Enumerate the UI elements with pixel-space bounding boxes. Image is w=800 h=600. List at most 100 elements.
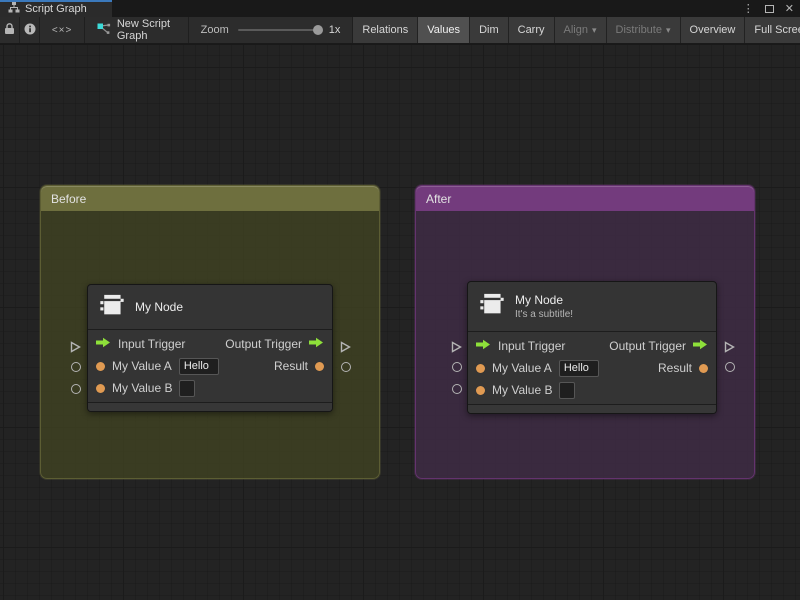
- port-row-value-b: My Value B: [88, 377, 332, 399]
- chevron-down-icon: ▾: [591, 24, 597, 35]
- graph-hierarchy-icon: [8, 1, 20, 16]
- value-b-label: My Value B: [112, 381, 173, 395]
- input-trigger-port-icon[interactable]: [476, 337, 491, 355]
- relations-label: Relations: [362, 24, 409, 36]
- dim-label: Dim: [479, 24, 499, 36]
- port-row-value-a: My Value A Result: [88, 355, 332, 377]
- distribute-label: Distribute: [615, 24, 662, 36]
- graph-edge-icon: [97, 23, 111, 38]
- values-button[interactable]: Values: [418, 17, 471, 43]
- graph-breadcrumb[interactable]: New Script Graph: [85, 17, 189, 43]
- zoom-value: 1x: [328, 24, 341, 36]
- value-b-input[interactable]: [179, 379, 196, 397]
- full-screen-label: Full Screen: [754, 24, 800, 36]
- node-title: My Node: [515, 293, 564, 307]
- value-b-label: My Value B: [492, 383, 553, 397]
- graph-canvas[interactable]: Before After My Node Input Trigger Outpu…: [0, 45, 800, 600]
- window-menu-button[interactable]: ⋮: [743, 2, 754, 15]
- external-value-port-icon[interactable]: [71, 384, 81, 394]
- node-ports: Input Trigger Output Trigger My Value A: [468, 332, 716, 404]
- external-value-port-icon[interactable]: [452, 384, 462, 394]
- unit-icon: [98, 291, 126, 324]
- relations-button[interactable]: Relations: [353, 17, 419, 43]
- lock-icon: [4, 22, 15, 38]
- code-preview-button[interactable]: <×>: [40, 17, 85, 43]
- input-trigger-port-icon[interactable]: [96, 335, 111, 353]
- code-icon: <×>: [51, 24, 73, 36]
- input-trigger-label: Input Trigger: [118, 337, 186, 351]
- zoom-slider[interactable]: [237, 25, 323, 35]
- external-value-port-icon[interactable]: [452, 362, 462, 372]
- value-a-label: My Value A: [112, 359, 172, 373]
- result-label: Result: [657, 361, 692, 375]
- info-icon: [24, 23, 36, 38]
- window-close-button[interactable]: ✕: [785, 2, 794, 15]
- node-footer: [88, 402, 332, 411]
- node-subtitle: It's a subtitle!: [515, 309, 574, 320]
- chevron-down-icon: ▾: [665, 24, 671, 35]
- result-label: Result: [273, 359, 308, 373]
- zoom-label: Zoom: [200, 24, 229, 36]
- value-a-port-icon[interactable]: [476, 363, 485, 373]
- unit-icon: [478, 290, 506, 323]
- group-after-label: After: [426, 191, 452, 206]
- lock-button[interactable]: [0, 17, 21, 43]
- external-trigger-port-icon[interactable]: [724, 340, 735, 358]
- group-after-header[interactable]: After: [416, 186, 754, 211]
- overview-button[interactable]: Overview: [680, 17, 746, 43]
- graph-name-label: New Script Graph: [116, 18, 171, 42]
- output-trigger-port-icon[interactable]: [309, 335, 324, 353]
- group-before-header[interactable]: Before: [41, 186, 379, 211]
- value-b-port-icon[interactable]: [96, 383, 105, 393]
- zoom-slider-knob[interactable]: [312, 25, 323, 35]
- port-row-triggers: Input Trigger Output Trigger: [88, 333, 332, 355]
- external-value-port-icon[interactable]: [71, 362, 81, 372]
- external-trigger-port-icon[interactable]: [451, 340, 462, 358]
- value-b-port-icon[interactable]: [476, 385, 485, 395]
- zoom-control: Zoom 1x: [189, 17, 354, 43]
- output-trigger-port-icon[interactable]: [693, 337, 708, 355]
- node-header[interactable]: My Node It's a subtitle!: [468, 282, 716, 332]
- distribute-dropdown: Distribute ▾: [606, 17, 681, 43]
- node-ports: Input Trigger Output Trigger My Value A: [88, 330, 332, 402]
- external-trigger-port-icon[interactable]: [70, 340, 81, 358]
- node-my-node-after[interactable]: My Node It's a subtitle! Input Trigger O…: [467, 281, 717, 414]
- port-row-triggers: Input Trigger Output Trigger: [468, 335, 716, 357]
- tab-label: Script Graph: [25, 2, 87, 15]
- external-trigger-port-icon[interactable]: [340, 340, 351, 358]
- value-a-port-icon[interactable]: [96, 361, 105, 371]
- carry-label: Carry: [517, 24, 545, 36]
- external-value-port-icon[interactable]: [341, 362, 351, 372]
- output-trigger-label: Output Trigger: [609, 339, 686, 353]
- value-a-label: My Value A: [492, 361, 552, 375]
- values-label: Values: [427, 24, 461, 36]
- node-header[interactable]: My Node: [88, 285, 332, 330]
- window-maximize-button[interactable]: [764, 4, 774, 13]
- result-port-icon[interactable]: [699, 363, 708, 373]
- node-title: My Node: [135, 300, 184, 314]
- result-port-icon[interactable]: [315, 361, 324, 371]
- align-label: Align: [563, 24, 588, 36]
- full-screen-button[interactable]: Full Screen: [745, 17, 800, 43]
- overview-label: Overview: [689, 24, 736, 36]
- tab-accent-bar: [0, 0, 112, 2]
- group-before-label: Before: [51, 191, 87, 206]
- port-row-value-a: My Value A Result: [468, 357, 716, 379]
- tab-script-graph[interactable]: Script Graph: [0, 0, 112, 17]
- external-value-port-icon[interactable]: [725, 362, 735, 372]
- toolbar: <×> New Script Graph Zoom 1x Relations V…: [0, 17, 800, 44]
- node-my-node-before[interactable]: My Node Input Trigger Output Trigger My …: [87, 284, 333, 412]
- port-row-value-b: My Value B: [468, 379, 716, 401]
- carry-button[interactable]: Carry: [508, 17, 555, 43]
- dim-button[interactable]: Dim: [470, 17, 509, 43]
- value-a-input[interactable]: [558, 359, 599, 377]
- info-button[interactable]: [20, 17, 41, 43]
- tab-bar: Script Graph ⋮ ✕: [0, 0, 800, 17]
- value-a-input[interactable]: [178, 357, 219, 375]
- script-graph-window: Script Graph ⋮ ✕ <×> New Script Graph Zo…: [0, 0, 800, 600]
- input-trigger-label: Input Trigger: [498, 339, 566, 353]
- align-dropdown: Align ▾: [554, 17, 607, 43]
- node-footer: [468, 404, 716, 413]
- value-b-input[interactable]: [559, 381, 576, 399]
- output-trigger-label: Output Trigger: [225, 337, 302, 351]
